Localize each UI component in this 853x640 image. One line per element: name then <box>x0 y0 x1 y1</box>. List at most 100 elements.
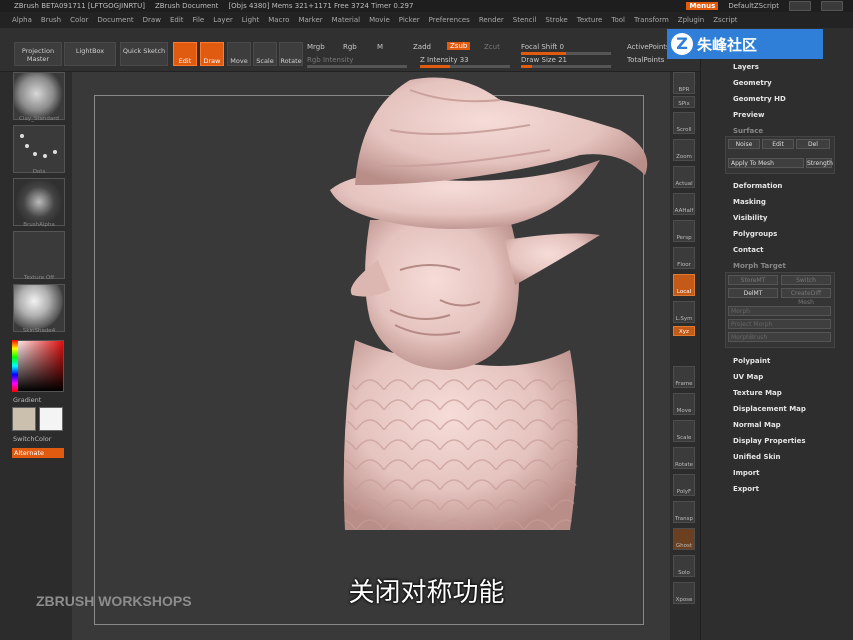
create-diff-mesh-button[interactable]: CreateDiff Mesh <box>781 288 831 306</box>
project-morph-button[interactable]: Project Morph <box>728 319 831 329</box>
switch-color-button[interactable]: SwitchColor <box>13 435 51 443</box>
menu-layer[interactable]: Layer <box>213 16 233 24</box>
m-toggle[interactable]: M <box>377 43 383 51</box>
zcut-toggle[interactable]: Zcut <box>484 43 500 51</box>
menu-draw[interactable]: Draw <box>143 16 161 24</box>
aahalf-button[interactable]: AAHalf <box>673 193 695 215</box>
masking-subpalette[interactable]: Masking <box>733 198 766 206</box>
polyf-button[interactable]: PolyF <box>673 474 695 496</box>
menu-picker[interactable]: Picker <box>399 16 420 24</box>
polypaint-subpalette[interactable]: Polypaint <box>733 357 770 365</box>
preview-subpalette[interactable]: Preview <box>733 111 765 119</box>
menu-macro[interactable]: Macro <box>268 16 289 24</box>
rgb-toggle[interactable]: Rgb <box>343 43 357 51</box>
floor-button[interactable]: Floor <box>673 247 695 269</box>
geometry-subpalette[interactable]: Geometry <box>733 79 772 87</box>
noise-button[interactable]: Noise <box>728 139 760 149</box>
surface-subpalette[interactable]: Surface <box>733 127 763 135</box>
menu-brush[interactable]: Brush <box>41 16 61 24</box>
menu-stencil[interactable]: Stencil <box>513 16 537 24</box>
close-button[interactable] <box>821 1 843 11</box>
zoom-button[interactable]: Zoom <box>673 139 695 161</box>
del-mt-button[interactable]: DelMT <box>728 288 778 298</box>
goblin-bust-model[interactable] <box>300 70 660 550</box>
alternate-button[interactable]: Alternate <box>12 448 64 458</box>
xyz-button[interactable]: Xyz <box>673 326 695 336</box>
unified-skin-subpalette[interactable]: Unified Skin <box>733 453 781 461</box>
bpr-button[interactable]: BPR <box>673 72 695 94</box>
scale-button[interactable]: Scale <box>673 420 695 442</box>
zadd-toggle[interactable]: Zadd <box>413 43 431 51</box>
menu-color[interactable]: Color <box>70 16 88 24</box>
lightbox-button[interactable]: LightBox <box>64 42 116 66</box>
alpha-selector[interactable] <box>13 178 65 226</box>
scroll-button[interactable]: Scroll <box>673 112 695 134</box>
menu-document[interactable]: Document <box>97 16 133 24</box>
rgb-intensity-slider[interactable] <box>307 65 407 68</box>
transp-button[interactable]: Transp <box>673 501 695 523</box>
zsub-toggle[interactable]: Zsub <box>447 42 471 50</box>
morph-target-subpalette[interactable]: Morph Target <box>733 262 786 270</box>
mrgb-toggle[interactable]: Mrgb <box>307 43 325 51</box>
menu-alpha[interactable]: Alpha <box>12 16 32 24</box>
menu-movie[interactable]: Movie <box>369 16 390 24</box>
display-properties-subpalette[interactable]: Display Properties <box>733 437 806 445</box>
surface-del-button[interactable]: Del <box>796 139 830 149</box>
menu-file[interactable]: File <box>193 16 205 24</box>
deformation-subpalette[interactable]: Deformation <box>733 182 782 190</box>
store-mt-button[interactable]: StoreMT <box>728 275 778 285</box>
gradient-label[interactable]: Gradient <box>13 396 41 404</box>
visibility-subpalette[interactable]: Visibility <box>733 214 767 222</box>
polygroups-subpalette[interactable]: Polygroups <box>733 230 777 238</box>
menu-zscript[interactable]: Zscript <box>713 16 737 24</box>
menu-stroke[interactable]: Stroke <box>545 16 567 24</box>
texture-map-subpalette[interactable]: Texture Map <box>733 389 782 397</box>
minimize-button[interactable] <box>789 1 811 11</box>
menu-texture[interactable]: Texture <box>577 16 603 24</box>
normal-map-subpalette[interactable]: Normal Map <box>733 421 781 429</box>
default-script-button[interactable]: DefaultZScript <box>728 2 779 10</box>
geometry-hd-subpalette[interactable]: Geometry HD <box>733 95 786 103</box>
move-button[interactable]: Move <box>673 393 695 415</box>
persp-button[interactable]: Persp <box>673 220 695 242</box>
menus-button[interactable]: Menus <box>686 2 719 10</box>
draw-size-slider[interactable] <box>521 65 611 68</box>
rotate-mode-button[interactable]: Rotate <box>279 42 303 66</box>
contact-subpalette[interactable]: Contact <box>733 246 764 254</box>
move-mode-button[interactable]: Move <box>227 42 251 66</box>
menu-tool[interactable]: Tool <box>611 16 625 24</box>
material-selector[interactable] <box>13 284 65 332</box>
layers-subpalette[interactable]: Layers <box>733 63 759 71</box>
menu-light[interactable]: Light <box>242 16 259 24</box>
brush-selector[interactable] <box>13 72 65 120</box>
menu-transform[interactable]: Transform <box>634 16 669 24</box>
quick-sketch-button[interactable]: Quick Sketch <box>120 42 168 66</box>
rotate-button[interactable]: Rotate <box>673 447 695 469</box>
menu-preferences[interactable]: Preferences <box>429 16 470 24</box>
morph-slider[interactable]: Morph <box>728 306 831 316</box>
local-button[interactable]: Local <box>673 274 695 296</box>
menu-zplugin[interactable]: Zplugin <box>678 16 704 24</box>
uv-map-subpalette[interactable]: UV Map <box>733 373 763 381</box>
strength-slider[interactable]: Strength <box>806 158 833 168</box>
main-color-swatch[interactable] <box>12 407 36 431</box>
menu-marker[interactable]: Marker <box>298 16 322 24</box>
hue-strip[interactable] <box>12 340 18 392</box>
focal-shift-slider[interactable] <box>521 52 611 55</box>
actual-button[interactable]: Actual <box>673 166 695 188</box>
menu-material[interactable]: Material <box>332 16 360 24</box>
stroke-selector[interactable] <box>13 125 65 173</box>
secondary-color-swatch[interactable] <box>39 407 63 431</box>
menu-edit[interactable]: Edit <box>170 16 184 24</box>
switch-button[interactable]: Switch <box>781 275 831 285</box>
menu-render[interactable]: Render <box>479 16 504 24</box>
apply-to-mesh-button[interactable]: Apply To Mesh <box>728 158 804 168</box>
frame-button[interactable]: Frame <box>673 366 695 388</box>
surface-edit-button[interactable]: Edit <box>762 139 794 149</box>
draw-mode-button[interactable]: Draw <box>200 42 224 66</box>
morph-brush-button[interactable]: MorphBrush <box>728 332 831 342</box>
ghost-button[interactable]: Ghost <box>673 528 695 550</box>
z-intensity-slider[interactable] <box>420 65 510 68</box>
lsym-button[interactable]: L.Sym <box>673 301 695 323</box>
export-subpalette[interactable]: Export <box>733 485 759 493</box>
